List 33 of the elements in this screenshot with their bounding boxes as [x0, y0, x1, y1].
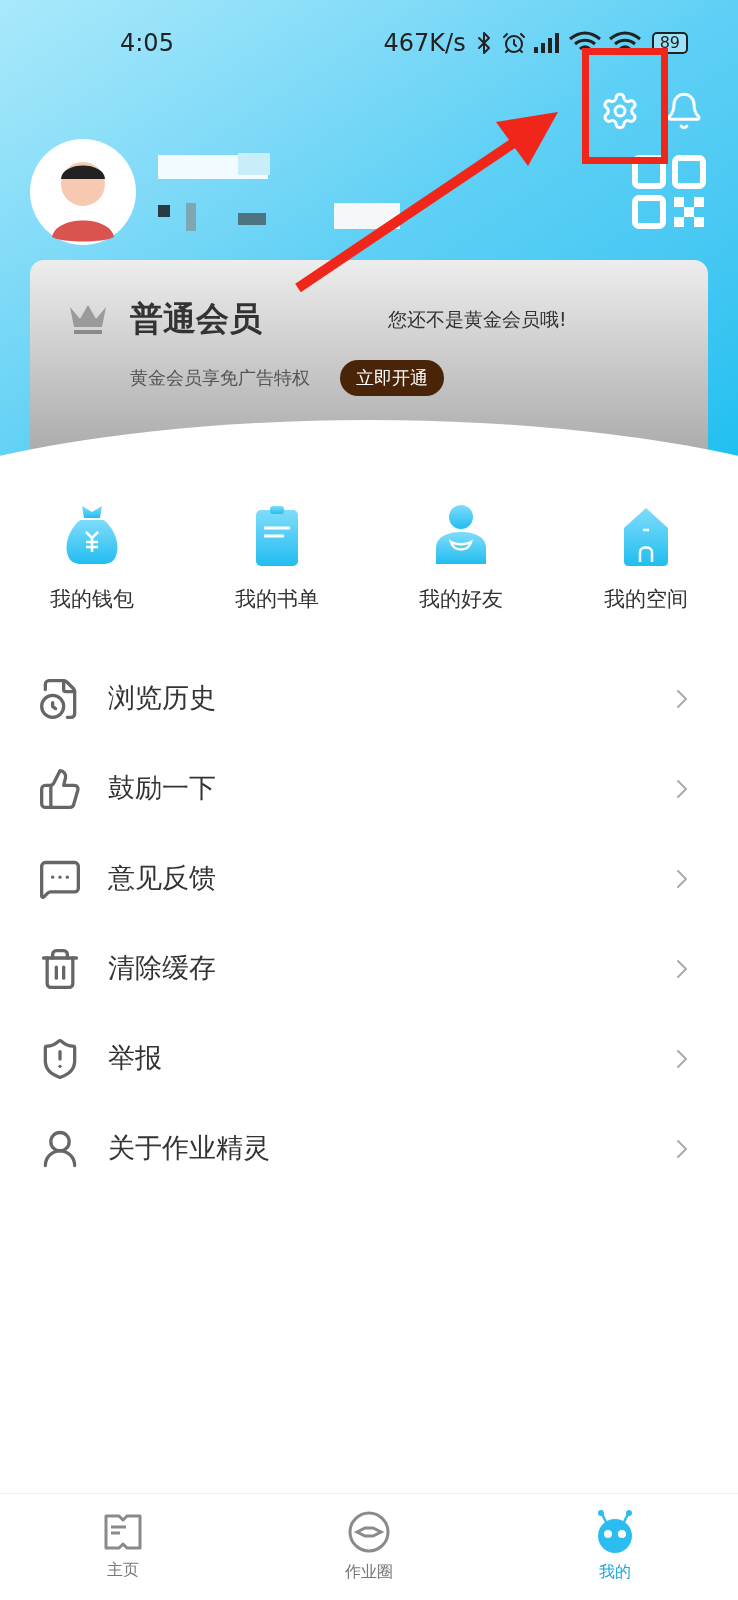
menu-label: 鼓励一下 — [108, 771, 217, 806]
shortcut-item[interactable]: 我的空间 — [553, 500, 738, 616]
qr-code-icon[interactable] — [632, 155, 706, 229]
tab[interactable]: 作业圈 — [246, 1494, 492, 1600]
member-perk: 黄金会员享免广告特权 — [130, 366, 310, 390]
menu-label: 清除缓存 — [108, 951, 217, 986]
book-icon — [102, 1512, 144, 1552]
network-speed: 467K/s — [383, 28, 466, 59]
menu-label: 浏览历史 — [108, 681, 217, 716]
menu-item[interactable]: 鼓励一下 — [0, 743, 738, 834]
menu-item[interactable]: 清除缓存 — [0, 923, 738, 1014]
alarm-icon — [501, 31, 526, 55]
menu-label: 关于作业精灵 — [108, 1131, 271, 1166]
upgrade-button[interactable]: 立即开通 — [340, 359, 444, 396]
menu-item[interactable]: 意见反馈 — [0, 833, 738, 924]
avatar[interactable] — [30, 139, 136, 245]
shortcut-item[interactable]: 我的书单 — [184, 500, 369, 616]
menu-item[interactable]: 举报 — [0, 1013, 738, 1104]
house-icon — [621, 506, 670, 566]
menu-label: 意见反馈 — [108, 861, 217, 896]
menu-item[interactable]: 关于作业精灵 — [0, 1103, 738, 1194]
member-level: 普通会员 — [130, 298, 263, 340]
shortcut-item[interactable]: 我的钱包 — [0, 500, 185, 616]
thumbs-up-icon — [38, 766, 82, 811]
shortcut-item[interactable]: 我的好友 — [369, 500, 554, 616]
menu-item[interactable]: 浏览历史 — [0, 653, 738, 744]
member-note: 您还不是黄金会员哦! — [388, 306, 567, 332]
person-icon — [434, 504, 489, 566]
tab[interactable]: 主页 — [0, 1494, 246, 1600]
signal-icon — [531, 31, 562, 55]
clock: 4:05 — [120, 28, 174, 59]
menu-label: 举报 — [108, 1041, 163, 1076]
clipboard-icon — [253, 504, 300, 566]
